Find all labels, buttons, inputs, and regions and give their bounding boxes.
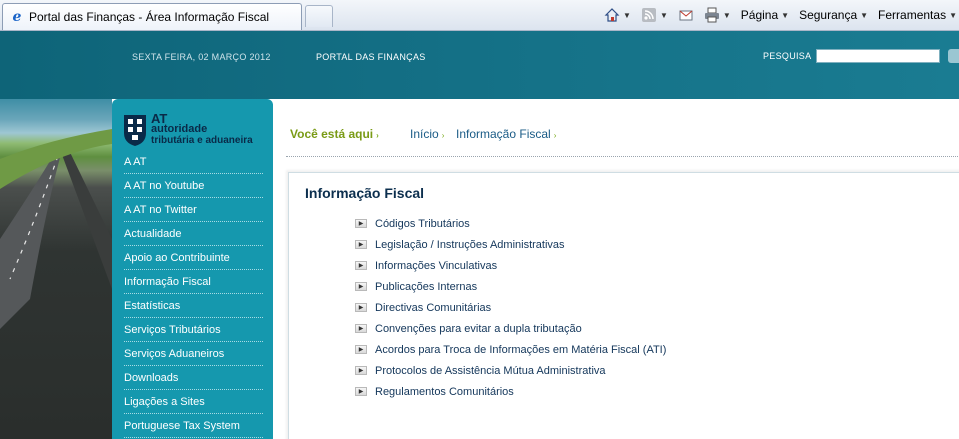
- browser-tab-title: Portal das Finanças - Área Informação Fi…: [29, 10, 270, 24]
- link-legislacao[interactable]: ▶ Legislação / Instruções Administrativas: [355, 234, 666, 255]
- link-informacoes-vinculativas[interactable]: ▶ Informações Vinculativas: [355, 255, 666, 276]
- print-button[interactable]: ▼: [704, 7, 731, 23]
- breadcrumb-label-text: Você está aqui: [290, 127, 374, 141]
- page-title: Informação Fiscal: [305, 185, 425, 201]
- link-regulamentos-comunitarios[interactable]: ▶ Regulamentos Comunitários: [355, 381, 666, 402]
- search-label: PESQUISA: [763, 51, 812, 61]
- feeds-button[interactable]: ▼: [641, 7, 668, 23]
- link-label: Regulamentos Comunitários: [375, 385, 514, 398]
- link-convencoes[interactable]: ▶ Convenções para evitar a dupla tributaç…: [355, 318, 666, 339]
- browser-toolbar: e Portal das Finanças - Área Informação …: [0, 0, 959, 31]
- sidebar-item-portuguese-tax-system[interactable]: Portuguese Tax System: [124, 414, 263, 438]
- breadcrumb-separator: ›: [376, 131, 379, 140]
- site-header: SEXTA FEIRA, 02 MARÇO 2012 PORTAL DAS FI…: [0, 31, 959, 99]
- arrow-bullet-icon: ▶: [355, 366, 367, 375]
- sidebar-item-servicos-tributarios[interactable]: Serviços Tributários: [124, 318, 263, 342]
- home-icon: [604, 7, 620, 23]
- page-menu-label: Página: [740, 8, 779, 22]
- header-date: SEXTA FEIRA, 02 MARÇO 2012: [132, 52, 271, 62]
- sidebar-item-youtube[interactable]: A AT no Youtube: [124, 174, 263, 198]
- sidebar-item-servicos-aduaneiros[interactable]: Serviços Aduaneiros: [124, 342, 263, 366]
- mail-icon: [678, 7, 694, 23]
- divider: [286, 156, 959, 157]
- chevron-down-icon: ▼: [949, 10, 957, 20]
- arrow-bullet-icon: ▶: [355, 387, 367, 396]
- link-codigos-tributarios[interactable]: ▶ Códigos Tributários: [355, 213, 666, 234]
- tools-menu[interactable]: Ferramentas ▼: [878, 8, 957, 22]
- breadcrumb-separator: ›: [441, 131, 445, 140]
- chevron-down-icon: ▼: [781, 10, 790, 20]
- breadcrumb-home-text: Início: [410, 127, 439, 141]
- link-label: Acordos para Troca de Informações em Mat…: [375, 343, 667, 356]
- content-box: Informação Fiscal ▶ Códigos Tributários ▶…: [288, 172, 959, 439]
- link-label: Códigos Tributários: [375, 217, 470, 230]
- sidebar-item-a-at[interactable]: A AT: [124, 150, 263, 174]
- at-logo-icon: [124, 115, 146, 146]
- arrow-bullet-icon: ▶: [355, 219, 367, 228]
- page-menu[interactable]: Página ▼: [741, 8, 789, 22]
- sidebar: AT autoridade tributária e aduaneira A A…: [112, 99, 273, 439]
- breadcrumb-current-link[interactable]: Informação Fiscal ›: [456, 127, 556, 141]
- search-input[interactable]: [816, 49, 940, 63]
- security-menu-label: Segurança: [799, 8, 858, 22]
- new-tab-button[interactable]: [305, 5, 333, 27]
- command-bar: ▼ ▼ ▼ Página ▼ Segurança ▼ Ferramentas ▼: [594, 4, 957, 26]
- arrow-bullet-icon: ▶: [355, 345, 367, 354]
- decorative-road-image: [0, 99, 112, 439]
- link-label: Legislação / Instruções Administrativas: [375, 238, 565, 251]
- sidebar-item-apoio-contribuinte[interactable]: Apoio ao Contribuinte: [124, 246, 263, 270]
- link-label: Publicações Internas: [375, 280, 478, 293]
- sidebar-item-actualidade[interactable]: Actualidade: [124, 222, 263, 246]
- chevron-down-icon[interactable]: ▼: [660, 11, 668, 20]
- breadcrumb-current-text: Informação Fiscal: [456, 127, 551, 141]
- link-publicacoes-internas[interactable]: ▶ Publicações Internas: [355, 276, 666, 297]
- tools-menu-label: Ferramentas: [878, 8, 947, 22]
- at-logo[interactable]: AT autoridade tributária e aduaneira: [122, 111, 267, 151]
- chevron-down-icon[interactable]: ▼: [723, 11, 731, 20]
- rss-icon: [641, 7, 657, 23]
- sidebar-nav: A AT A AT no Youtube A AT no Twitter Act…: [112, 150, 273, 438]
- sidebar-item-estatisticas[interactable]: Estatísticas: [124, 294, 263, 318]
- main-content: Você está aqui › Início › Informação Fisca…: [279, 99, 959, 439]
- sidebar-item-informacao-fiscal[interactable]: Informação Fiscal: [124, 270, 263, 294]
- ie-icon: e: [12, 9, 22, 25]
- mail-button[interactable]: [678, 7, 694, 23]
- link-label: Informações Vinculativas: [375, 259, 498, 272]
- link-label: Directivas Comunitárias: [375, 301, 492, 314]
- portal-title-link[interactable]: PORTAL DAS FINANÇAS: [316, 52, 426, 62]
- breadcrumb-separator: ›: [553, 131, 557, 140]
- breadcrumb-label: Você está aqui ›: [290, 127, 379, 141]
- logo-line-1: autoridade: [151, 123, 208, 135]
- arrow-bullet-icon: ▶: [355, 303, 367, 312]
- home-button[interactable]: ▼: [604, 7, 631, 23]
- arrow-bullet-icon: ▶: [355, 261, 367, 270]
- breadcrumb: Você está aqui › Início › Informação Fisca…: [290, 127, 959, 141]
- link-label: Protocolos de Assistência Mútua Administ…: [375, 364, 606, 377]
- arrow-bullet-icon: ▶: [355, 240, 367, 249]
- arrow-bullet-icon: ▶: [355, 324, 367, 333]
- search-button[interactable]: [948, 49, 959, 63]
- chevron-down-icon[interactable]: ▼: [623, 11, 631, 20]
- logo-line-2: tributária e aduaneira: [151, 135, 253, 146]
- sidebar-item-ligacoes-sites[interactable]: Ligações a Sites: [124, 390, 263, 414]
- sidebar-item-twitter[interactable]: A AT no Twitter: [124, 198, 263, 222]
- link-protocolos[interactable]: ▶ Protocolos de Assistência Mútua Adminis…: [355, 360, 666, 381]
- chevron-down-icon: ▼: [860, 10, 869, 20]
- link-directivas-comunitarias[interactable]: ▶ Directivas Comunitárias: [355, 297, 666, 318]
- link-label: Convenções para evitar a dupla tributaçã…: [375, 322, 582, 335]
- print-icon: [704, 7, 720, 23]
- browser-tab[interactable]: e Portal das Finanças - Área Informação …: [2, 3, 302, 30]
- breadcrumb-home-link[interactable]: Início ›: [410, 127, 444, 141]
- arrow-bullet-icon: ▶: [355, 282, 367, 291]
- link-acordos-ati[interactable]: ▶ Acordos para Troca de Informações em Ma…: [355, 339, 666, 360]
- link-list: ▶ Códigos Tributários ▶ Legislação / Instr…: [355, 213, 666, 402]
- sidebar-item-downloads[interactable]: Downloads: [124, 366, 263, 390]
- security-menu[interactable]: Segurança ▼: [799, 8, 868, 22]
